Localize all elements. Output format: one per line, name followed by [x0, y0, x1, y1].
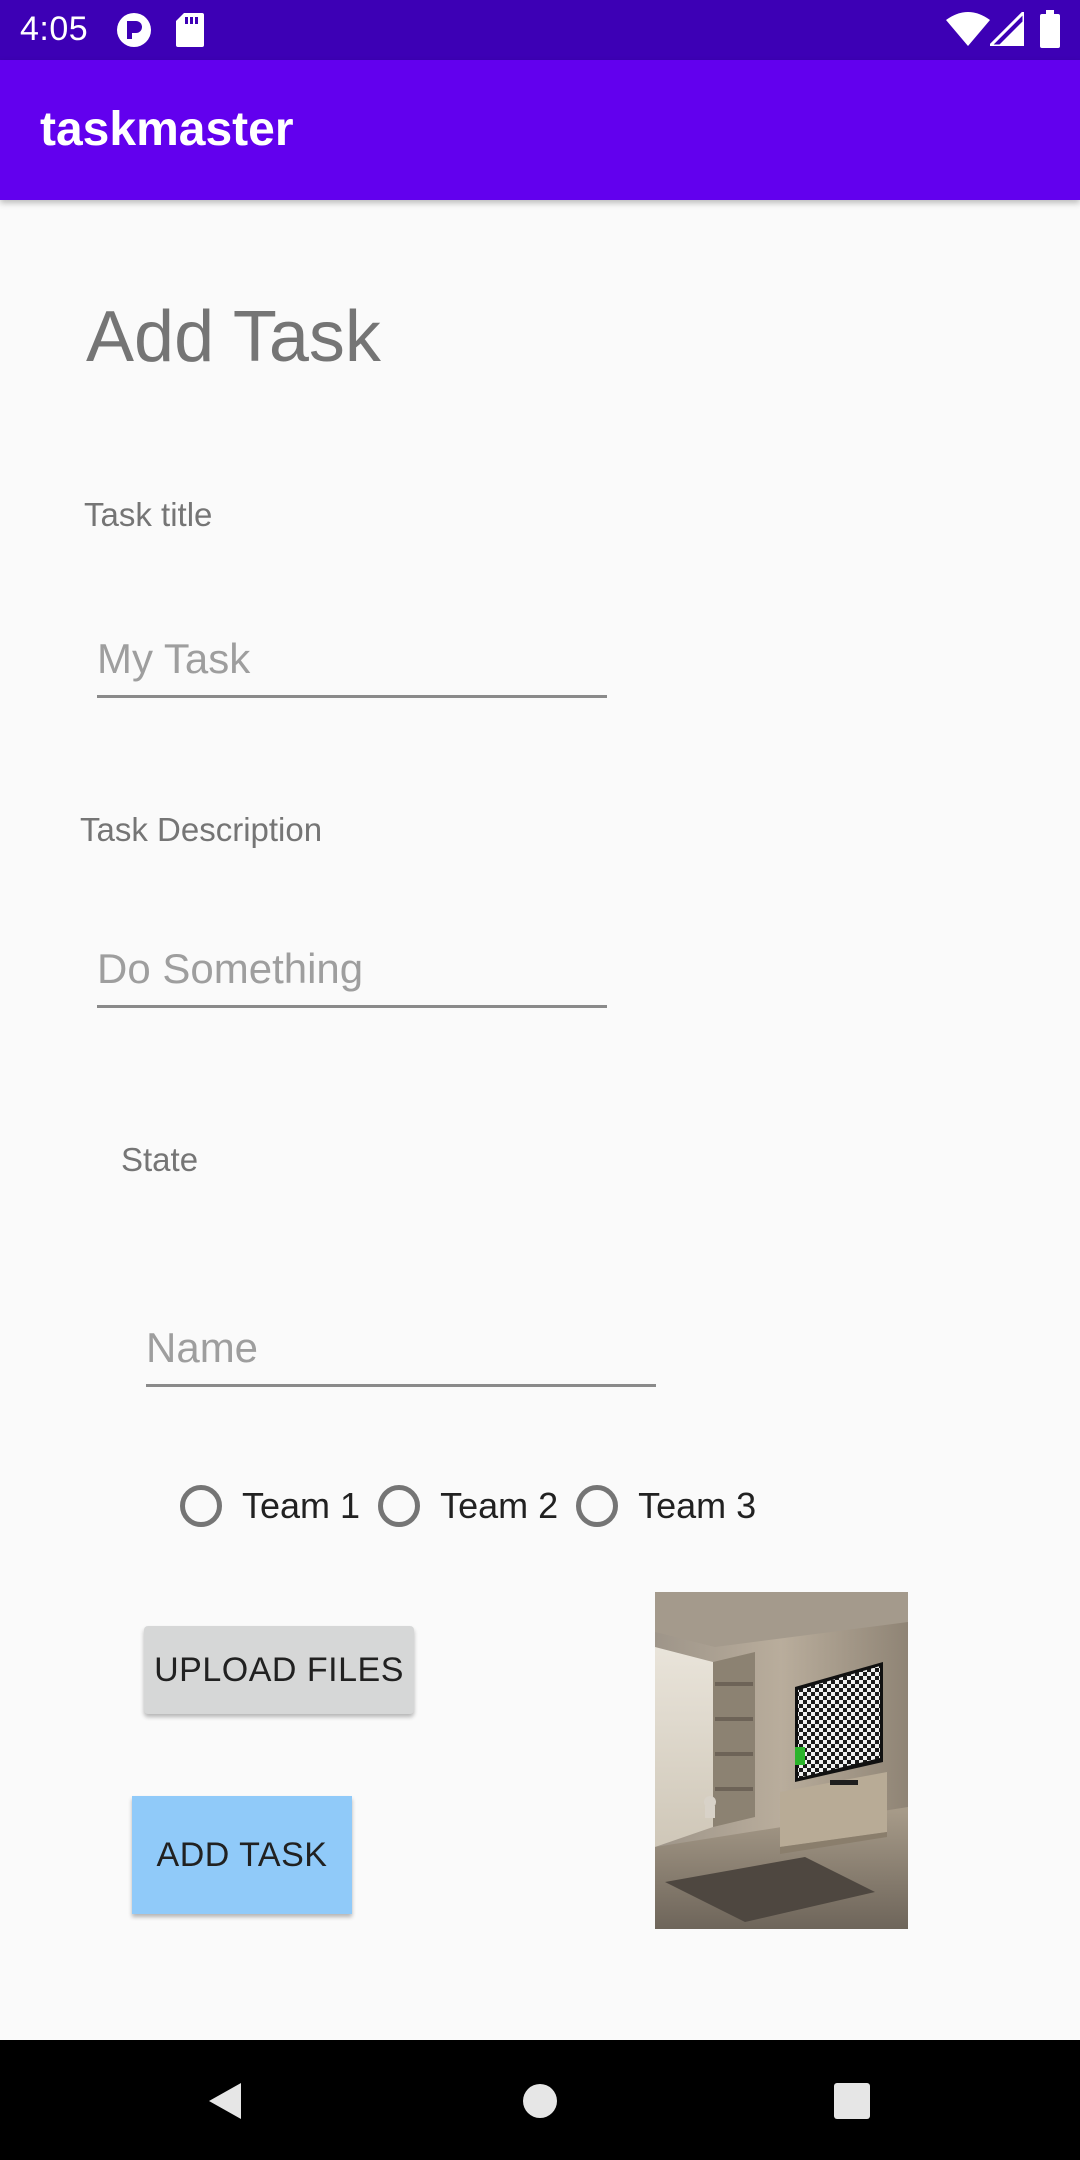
cell-signal-icon	[990, 12, 1024, 46]
status-time: 4:05	[20, 10, 89, 48]
navigation-bar	[0, 2040, 1080, 2160]
back-icon[interactable]	[205, 2081, 245, 2121]
add-task-button[interactable]: ADD TASK	[132, 1796, 352, 1914]
team-1-label: Team 1	[242, 1485, 361, 1526]
task-title-input[interactable]	[97, 627, 607, 698]
team-radio-group: Team 1 Team 2 Team 3	[180, 1478, 774, 1534]
recents-icon[interactable]	[834, 2083, 870, 2119]
team-2-label: Team 2	[440, 1485, 559, 1526]
task-description-label: Task Description	[80, 811, 323, 848]
state-label: State	[121, 1141, 199, 1178]
upload-files-button[interactable]: UPLOAD FILES	[144, 1626, 414, 1714]
wifi-icon	[946, 12, 990, 46]
radio-button-icon	[378, 1485, 421, 1527]
home-icon[interactable]	[522, 2083, 558, 2119]
screen: 4:05 taskmaster Add Task Task title My T…	[0, 0, 1080, 2160]
preview-image	[655, 1592, 908, 1929]
page-heading: Add Task	[86, 297, 381, 377]
profile-badge-icon	[117, 13, 151, 47]
radio-button-icon	[180, 1485, 222, 1527]
team-3-label: Team 3	[638, 1485, 757, 1526]
radio-button-icon	[576, 1485, 619, 1527]
task-title-label: Task title	[84, 496, 213, 533]
status-bar: 4:05	[0, 0, 1080, 60]
team-2-radio[interactable]: Team 2	[378, 1485, 558, 1527]
app-title: taskmaster	[40, 103, 294, 156]
sd-card-icon	[176, 13, 204, 47]
task-description-input[interactable]	[97, 937, 607, 1008]
app-bar: taskmaster	[0, 60, 1080, 200]
team-3-radio[interactable]: Team 3	[576, 1485, 756, 1527]
battery-icon	[1040, 10, 1060, 48]
team-1-radio[interactable]: Team 1	[180, 1485, 360, 1527]
name-input[interactable]	[146, 1316, 656, 1387]
